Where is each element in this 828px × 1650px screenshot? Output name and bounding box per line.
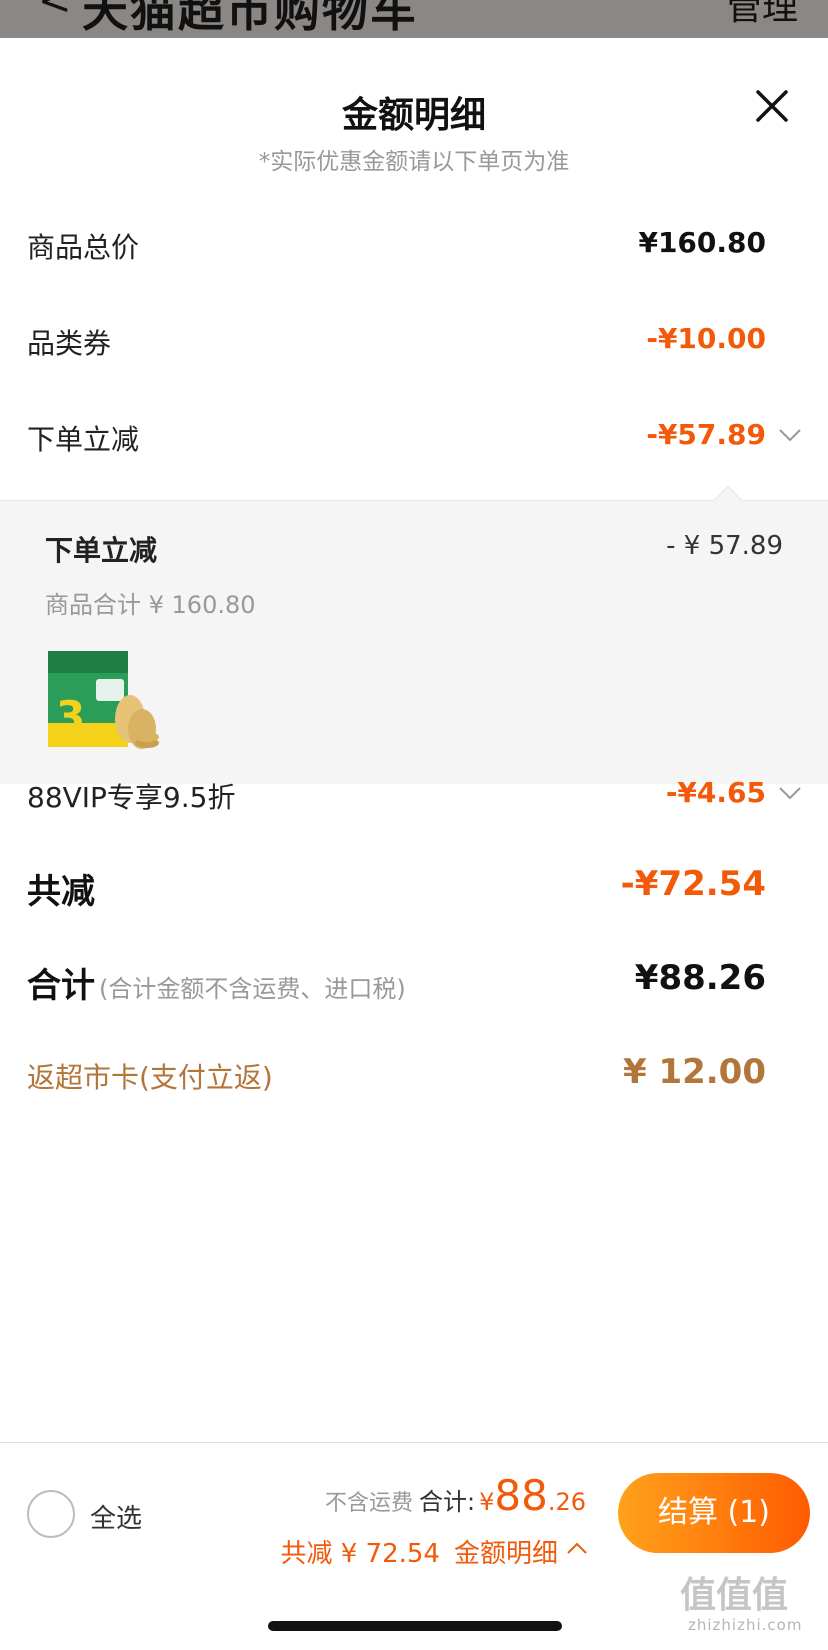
back-arrow-icon[interactable]: < — [38, 0, 72, 24]
sheet-subtitle: *实际优惠金额请以下单页为准 — [258, 149, 570, 175]
row-label: 商品总价 — [27, 231, 140, 264]
row-value: -¥57.89 — [646, 418, 766, 451]
panel-pointer — [713, 485, 743, 515]
close-icon[interactable] — [752, 86, 792, 126]
panel-title: 下单立减 — [45, 534, 158, 567]
page-title: 天猫超市购物车 — [82, 0, 418, 37]
panel-amount: - ¥ 57.89 — [666, 531, 783, 561]
reduction-text: 共减 ¥ 72.54 — [280, 1539, 440, 1569]
panel-subtotal: 商品合计 ¥ 160.80 — [45, 591, 256, 619]
row-product-total: 商品总价 ¥160.80 — [0, 214, 828, 274]
row-label: 共减 — [27, 872, 95, 912]
row-value: ¥160.80 — [638, 226, 766, 259]
discount-detail-panel: 下单立减 - ¥ 57.89 商品合计 ¥ 160.80 3 — [0, 485, 828, 784]
row-value: ¥ 12.00 — [622, 1052, 766, 1092]
row-value: ¥88.26 — [634, 958, 766, 998]
watermark-site: zhizhizhi.com — [688, 1616, 803, 1634]
checkout-button[interactable]: 结算 (1) — [618, 1473, 810, 1553]
row-value: -¥10.00 — [646, 322, 766, 355]
row-category-coupon: 品类券 -¥10.00 — [0, 310, 828, 370]
currency-symbol: ¥ — [479, 1488, 495, 1516]
row-value: -¥72.54 — [620, 864, 766, 904]
total-label: 合计: — [419, 1488, 476, 1516]
reduction-summary: 共减 ¥ 72.54 金额明细 — [280, 1533, 587, 1570]
chevron-down-icon[interactable] — [778, 428, 802, 442]
svg-text:3: 3 — [56, 692, 85, 741]
row-label: 合计 (合计金额不含运费、进口税) — [27, 958, 406, 1007]
row-label: 品类券 — [27, 327, 112, 360]
row-label: 返超市卡(支付立返) — [27, 1061, 273, 1094]
row-order-discount[interactable]: 下单立减 -¥57.89 — [0, 406, 828, 466]
total-summary: 不含运费 合计: ¥88.26 — [325, 1471, 586, 1520]
watermark: 值值值 zhizhizhi.com — [680, 1566, 820, 1646]
manage-button[interactable]: 管理 — [726, 0, 798, 30]
product-thumbnail[interactable]: 3 — [42, 639, 162, 759]
total-label: 合计 — [27, 966, 95, 1006]
row-vip-discount[interactable]: 88VIP专享9.5折 -¥4.65 — [0, 764, 828, 824]
top-navigation-bar: < 天猫超市购物车 管理 — [0, 0, 828, 38]
exclude-shipping-text: 不含运费 — [324, 1491, 413, 1516]
row-label: 88VIP专享9.5折 — [27, 781, 236, 814]
row-cashback: 返超市卡(支付立返) ¥ 12.00 — [0, 1044, 828, 1104]
chevron-up-icon[interactable] — [566, 1541, 588, 1555]
row-total: 合计 (合计金额不含运费、进口税) ¥88.26 — [0, 950, 828, 1010]
amount-detail-sheet: 金额明细 *实际优惠金额请以下单页为准 商品总价 ¥160.80 品类券 -¥1… — [0, 38, 828, 1442]
total-decimal: .26 — [547, 1488, 586, 1516]
select-all-radio[interactable] — [27, 1490, 75, 1538]
row-total-reduction: 共减 -¥72.54 — [0, 856, 828, 916]
chevron-down-icon[interactable] — [778, 786, 802, 800]
select-all-label[interactable]: 全选 — [90, 1498, 142, 1535]
sheet-title: 金额明细 — [341, 95, 486, 136]
row-value: -¥4.65 — [665, 776, 766, 809]
watermark-glyphs: 值值值 — [680, 1575, 789, 1616]
amount-detail-link[interactable]: 金额明细 — [454, 1539, 558, 1569]
home-indicator — [268, 1621, 562, 1631]
row-label: 下单立减 — [27, 423, 140, 456]
total-note: (合计金额不含运费、进口税) — [99, 975, 406, 1003]
total-integer: 88 — [494, 1471, 548, 1520]
